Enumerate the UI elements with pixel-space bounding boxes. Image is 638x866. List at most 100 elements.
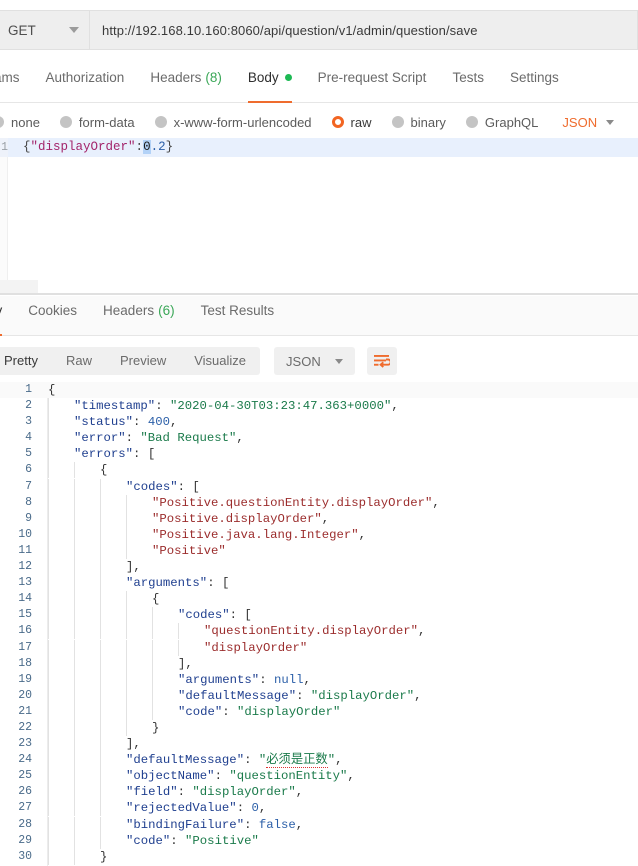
request-tab-headers[interactable]: Headers(8): [150, 63, 222, 102]
indent-guide: [178, 623, 204, 639]
json-token: ,: [347, 769, 354, 783]
json-token: "arguments": [178, 673, 259, 687]
raw-format-select[interactable]: JSON: [562, 115, 614, 130]
response-view-toolbar: PrettyRawPreviewVisualize JSON: [0, 344, 638, 378]
json-token: :: [244, 818, 259, 832]
indent-guide: [100, 784, 126, 800]
response-line-number: 28: [0, 817, 40, 833]
request-line-number: 1: [0, 138, 8, 157]
indent-guide: [100, 672, 126, 688]
indent-guide: [100, 511, 126, 527]
body-type-radio-x-www-form-urlencoded[interactable]: x-www-form-urlencoded: [155, 115, 312, 130]
json-token: "arguments": [126, 576, 207, 590]
indent-guide: [48, 623, 74, 639]
json-token: "Positive": [152, 544, 226, 558]
json-token: "Positive.displayOrder": [152, 512, 322, 526]
indent-guide: [48, 768, 74, 784]
response-tab-test-results[interactable]: Test Results: [201, 296, 275, 335]
chevron-down-icon: [69, 27, 79, 33]
body-type-radio-graphql[interactable]: GraphQL: [466, 115, 538, 130]
response-line-content: }: [40, 720, 159, 736]
request-tab-settings[interactable]: Settings: [510, 63, 559, 102]
indent-guide: [100, 591, 126, 607]
json-close-brace: }: [166, 140, 174, 154]
json-token: [: [222, 576, 229, 590]
indent-guide: [100, 607, 126, 623]
request-tab-body[interactable]: Body: [248, 63, 292, 102]
indent-guide: [48, 800, 74, 816]
body-type-radio-none[interactable]: none: [0, 115, 40, 130]
json-token: :: [215, 769, 230, 783]
response-format-label: JSON: [286, 354, 321, 369]
json-token: "error": [74, 431, 126, 445]
response-code-line: 8"Positive.questionEntity.displayOrder",: [0, 495, 638, 511]
response-format-select[interactable]: JSON: [274, 347, 355, 375]
json-token: }: [100, 850, 107, 864]
indent-guide: [100, 720, 126, 736]
json-token: [: [148, 447, 155, 461]
indent-guide: [74, 800, 100, 816]
indent-guide: [74, 527, 100, 543]
response-line-number: 18: [0, 656, 40, 672]
response-line-content: {: [40, 462, 107, 478]
chevron-down-icon: [606, 120, 614, 125]
request-tab-bar: arams Authorization Headers(8) Body Pre-requ…: [0, 63, 638, 103]
json-token: ,: [322, 512, 329, 526]
indent-guide: [74, 849, 100, 865]
response-code-lines: 1{2"timestamp": "2020-04-30T03:23:47.363…: [0, 382, 638, 865]
response-tab-cookies[interactable]: Cookies: [28, 296, 77, 335]
body-type-radio-row: none form-data x-www-form-urlencoded raw bin…: [0, 108, 638, 136]
json-token: "defaultMessage": [126, 753, 244, 767]
indent-guide: [74, 559, 100, 575]
body-type-radio-form-data[interactable]: form-data: [60, 115, 135, 130]
response-view-mode-pretty[interactable]: Pretty: [0, 347, 52, 375]
response-line-number: 16: [0, 623, 40, 639]
json-token: "displayOrder": [237, 705, 340, 719]
response-view-mode-preview[interactable]: Preview: [106, 347, 180, 375]
indent-guide: [74, 479, 100, 495]
request-body-code[interactable]: {"displayOrder":0.2}: [8, 138, 173, 157]
indent-guide: [48, 817, 74, 833]
response-code-line: 18],: [0, 656, 638, 672]
json-value-rest: .2: [151, 140, 166, 154]
json-token: :: [237, 801, 252, 815]
json-token: ,: [432, 496, 439, 510]
indent-guide: [74, 607, 100, 623]
word-wrap-icon: [373, 354, 390, 368]
request-url-input[interactable]: http://192.168.10.160:8060/api/question/…: [90, 10, 638, 50]
response-tab-dy[interactable]: dy: [0, 296, 2, 335]
body-type-radio-binary[interactable]: binary: [392, 115, 446, 130]
response-view-mode-visualize[interactable]: Visualize: [180, 347, 260, 375]
response-line-number: 25: [0, 768, 40, 784]
indent-guide: [126, 495, 152, 511]
response-code-line: 6{: [0, 462, 638, 478]
response-code-line: 22}: [0, 720, 638, 736]
word-wrap-button[interactable]: [367, 347, 397, 375]
request-tab-authorization[interactable]: Authorization: [46, 63, 125, 102]
indent-guide: [152, 704, 178, 720]
request-body-editor[interactable]: 1 {"displayOrder":0.2}: [0, 138, 638, 293]
json-token: "timestamp": [74, 399, 155, 413]
indent-guide: [74, 656, 100, 672]
response-line-number: 7: [0, 479, 40, 495]
json-token: ,: [391, 399, 398, 413]
indent-guide: [48, 575, 74, 591]
response-line-number: 17: [0, 640, 40, 656]
request-tab-arams[interactable]: arams: [0, 63, 20, 102]
indent-guide: [74, 462, 100, 478]
tab-label: Headers: [150, 70, 201, 85]
request-tab-pre-request-script[interactable]: Pre-request Script: [318, 63, 427, 102]
http-method-select[interactable]: GET: [0, 10, 90, 50]
pane-resize-handle[interactable]: [0, 280, 38, 293]
response-line-number: 1: [0, 382, 40, 398]
response-tab-headers[interactable]: Headers(6): [103, 296, 175, 335]
response-view-mode-raw[interactable]: Raw: [52, 347, 106, 375]
response-code-line: 11"Positive": [0, 543, 638, 559]
indent-guide: [152, 607, 178, 623]
response-line-number: 23: [0, 736, 40, 752]
response-body-viewer[interactable]: 1{2"timestamp": "2020-04-30T03:23:47.363…: [0, 382, 638, 866]
response-code-line: 10"Positive.java.lang.Integer",: [0, 527, 638, 543]
body-type-radio-raw[interactable]: raw: [332, 115, 372, 130]
request-tab-tests[interactable]: Tests: [452, 63, 484, 102]
indent-guide: [178, 640, 204, 656]
